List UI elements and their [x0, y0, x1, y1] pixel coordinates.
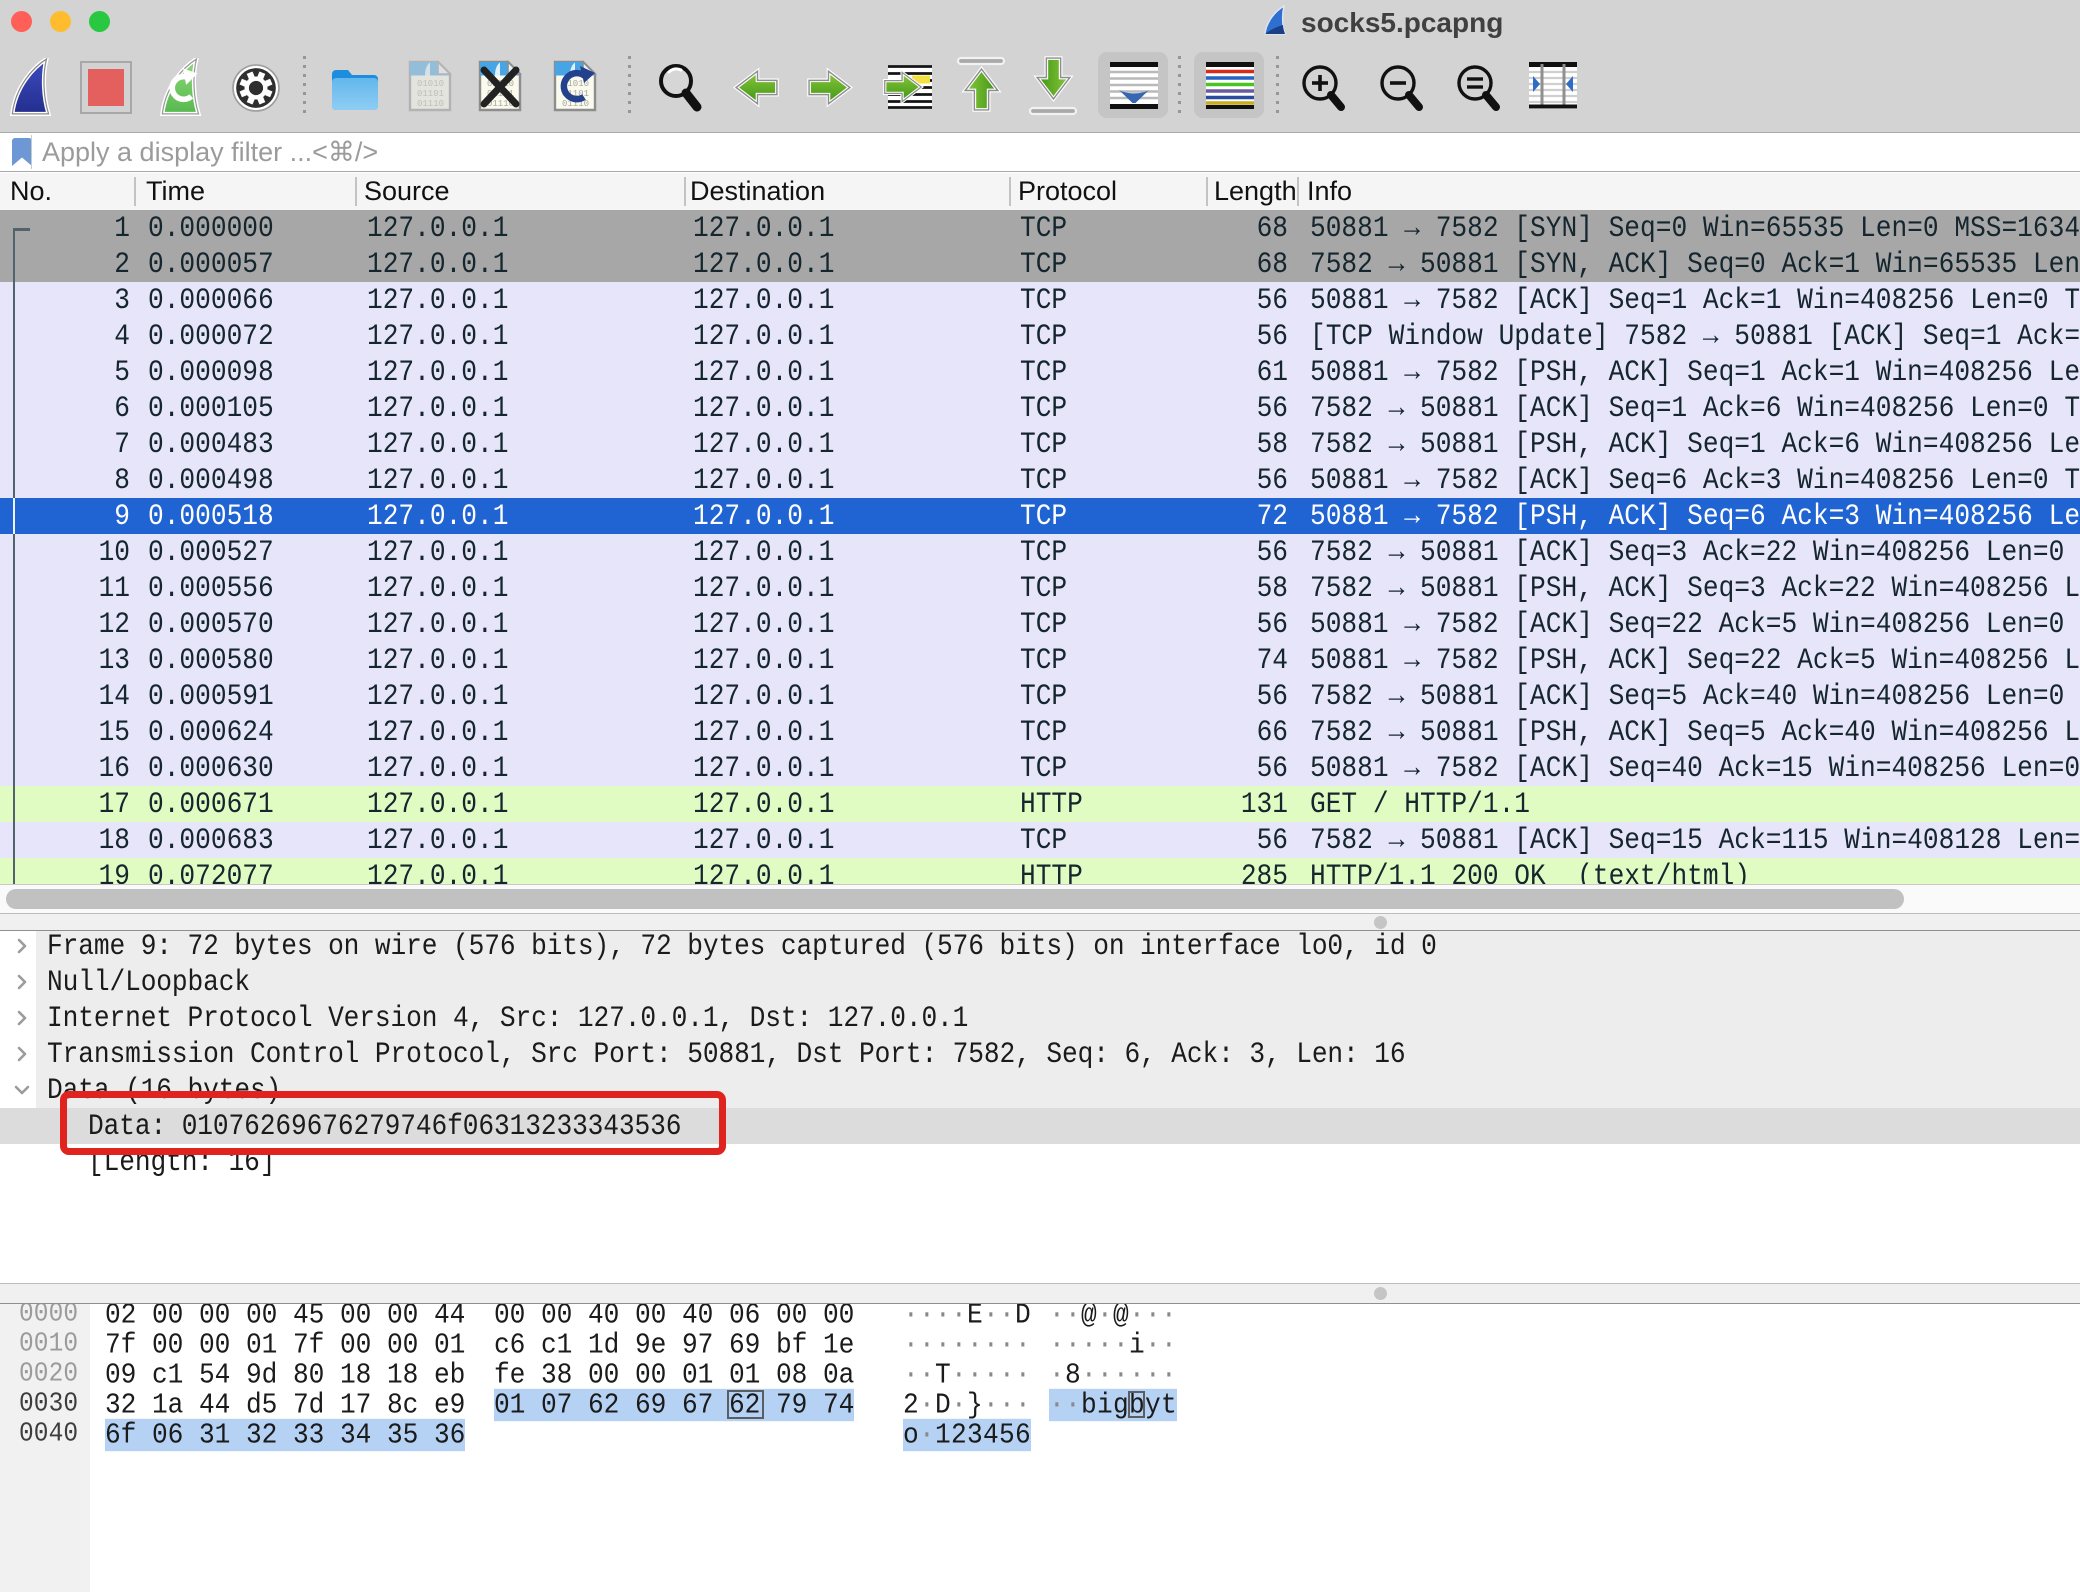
svg-text:01010: 01010 [417, 79, 444, 89]
svg-text:01101: 01101 [417, 89, 444, 99]
svg-text:01110: 01110 [417, 99, 444, 109]
